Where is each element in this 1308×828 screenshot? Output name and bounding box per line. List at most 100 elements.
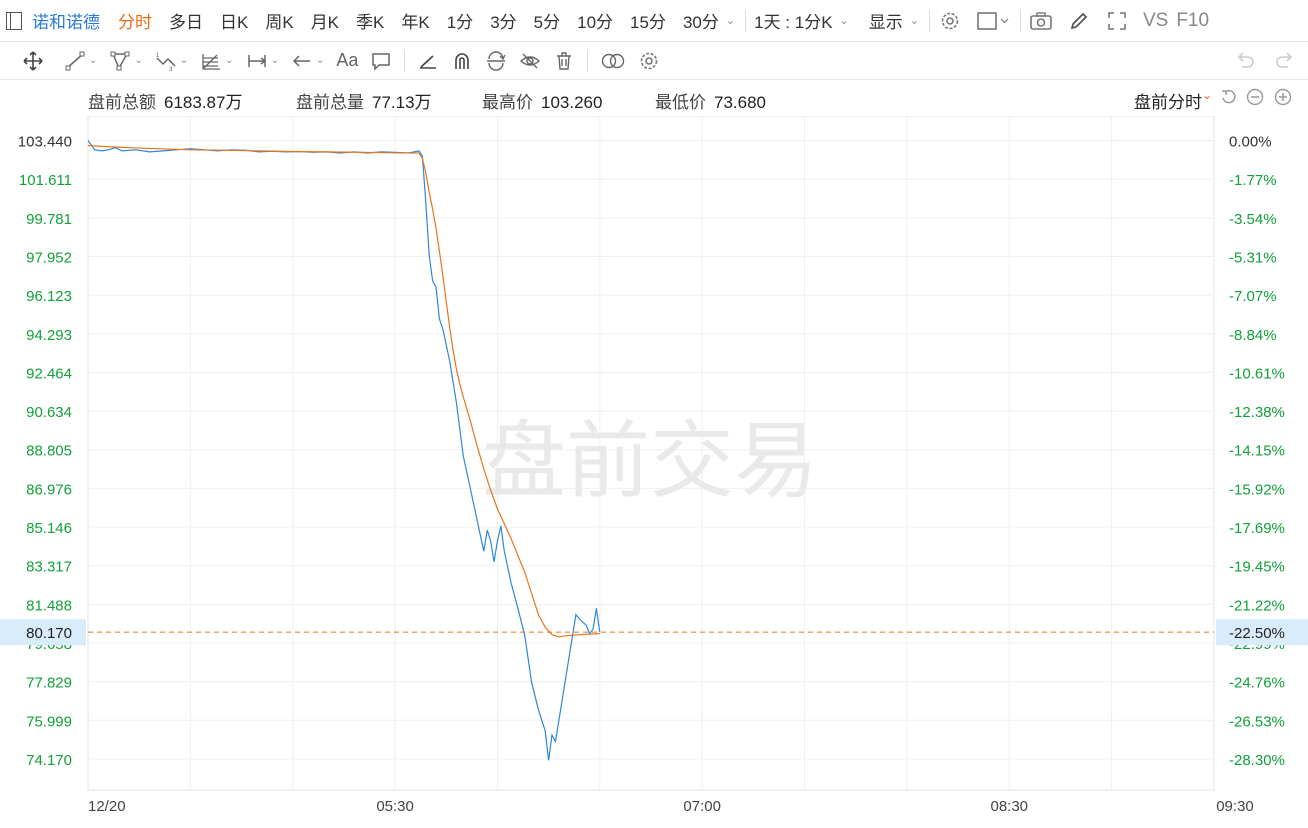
f10-button[interactable]: F10	[1176, 10, 1209, 32]
intraday-chart[interactable]: 盘前交易 103.440 101.611 99.781 97.952 96.123 94.…	[0, 116, 1308, 828]
top-toolbar: 诺和诺德 分时 多日 日K 周K 月K 季K 年K 1分 3分 5分 10分 1…	[0, 0, 1308, 42]
premarket-volume: 盘前总量 77.13万	[296, 88, 432, 113]
layout-square-icon[interactable]	[976, 9, 1010, 33]
percent-tick-label: -21.22%	[1229, 597, 1285, 614]
percent-tick-label: -17.69%	[1229, 520, 1285, 537]
percent-tick-label: -7.07%	[1229, 288, 1277, 305]
percent-tick-label: -5.31%	[1229, 249, 1277, 266]
wave-tool[interactable]: 13 ⌄	[155, 49, 188, 73]
tab-timeframe-11[interactable]: 15分	[630, 8, 666, 33]
arrow-tool[interactable]: ⌄	[291, 49, 324, 73]
current-percent-text: -22.50%	[1229, 625, 1285, 642]
camera-icon[interactable]	[1029, 9, 1053, 33]
price-tick-label: 94.293	[26, 327, 72, 344]
time-tick-label: 09:30	[1216, 798, 1254, 815]
percent-tick-label: -12.38%	[1229, 404, 1285, 421]
chevron-down-icon[interactable]: ⌄	[225, 55, 233, 66]
tab-timeframe-9[interactable]: 5分	[534, 8, 560, 33]
magnet-icon[interactable]	[451, 49, 473, 73]
vs-compare-button[interactable]: VS	[1143, 10, 1168, 32]
display-menu[interactable]: 显示	[869, 8, 903, 33]
percent-tick-label: -26.53%	[1229, 713, 1285, 730]
measure-tool[interactable]: ⌄	[246, 49, 279, 73]
high-value: 103.260	[541, 93, 603, 112]
comment-bubble-icon[interactable]	[370, 49, 392, 73]
fullscreen-icon[interactable]	[1105, 9, 1129, 33]
settings-gear-icon[interactable]	[938, 9, 962, 33]
low-label: 最低价	[655, 93, 706, 112]
percent-tick-label: -1.77%	[1229, 172, 1277, 189]
price-tick-label: 85.146	[26, 520, 72, 537]
time-axis: 12/20 05:30 07:00 08:30 09:30	[88, 798, 1254, 815]
ruler-angle-icon[interactable]	[417, 49, 439, 73]
redo-icon[interactable]	[1274, 50, 1296, 77]
price-tick-label: 75.999	[26, 713, 72, 730]
tab-timeframe-4[interactable]: 月K	[311, 8, 339, 33]
overlay-circles-icon[interactable]	[600, 49, 626, 73]
pencil-icon[interactable]	[1067, 9, 1091, 33]
percent-axis: 0.00% -1.77% -3.54% -5.31% -7.07% -8.84% -10.6…	[1229, 134, 1285, 769]
percent-tick-label: -8.84%	[1229, 327, 1277, 344]
polygon-icon	[110, 51, 130, 70]
trend-line-tool[interactable]: ⌄	[64, 49, 97, 73]
chevron-down-icon[interactable]: ⌄	[89, 55, 97, 66]
price-tick-label: 88.805	[26, 443, 72, 460]
polygon-tool[interactable]: ⌄	[109, 49, 143, 73]
tab-timeframe-12[interactable]: 30分	[683, 8, 719, 33]
sidebar-toggle-icon[interactable]	[6, 11, 22, 30]
amount-label: 盘前总额	[88, 93, 156, 112]
tab-timeframe-6[interactable]: 年K	[401, 8, 429, 33]
divider	[587, 49, 589, 72]
time-tick-label: 05:30	[376, 798, 414, 815]
trend-line-icon	[65, 51, 85, 70]
percent-tick-label: -28.30%	[1229, 752, 1285, 769]
tab-timeframe-10[interactable]: 10分	[577, 8, 613, 33]
draw-settings-gear-icon[interactable]	[638, 49, 660, 73]
wave-icon: 13	[156, 53, 176, 72]
tab-timeframe-3[interactable]: 周K	[265, 8, 293, 33]
tab-timeframe-8[interactable]: 3分	[490, 8, 516, 33]
zoom-in-icon[interactable]	[1274, 88, 1292, 106]
zoom-out-icon[interactable]	[1246, 88, 1264, 106]
divider	[745, 9, 747, 32]
text-tool-icon[interactable]: Aa	[336, 49, 358, 73]
chevron-down-icon[interactable]: ⌄	[271, 55, 279, 66]
chevron-down-icon[interactable]: ⌄	[726, 14, 735, 27]
chart-mode-select[interactable]: 盘前分时	[1134, 88, 1202, 113]
reset-icon[interactable]	[1220, 88, 1238, 106]
period-select[interactable]: 1天 : 1分K	[754, 8, 832, 33]
divider	[1019, 9, 1021, 32]
price-tick-label: 90.634	[26, 404, 72, 421]
move-cross-icon[interactable]	[22, 49, 44, 73]
chevron-down-icon[interactable]: ⌄	[840, 14, 849, 27]
tab-timeframe-7[interactable]: 1分	[447, 8, 473, 33]
trash-icon[interactable]	[553, 49, 575, 73]
time-tick-label: 07:00	[683, 798, 721, 815]
price-tick-label: 81.488	[26, 597, 72, 614]
high-price: 最高价 103.260	[482, 88, 602, 113]
svg-text:1: 1	[156, 53, 160, 59]
percent-tick-label: 0.00%	[1229, 134, 1272, 151]
undo-icon[interactable]	[1234, 50, 1256, 77]
fib-tool[interactable]: ⌄	[200, 49, 234, 73]
price-axis: 103.440 101.611 99.781 97.952 96.123 94.293 92…	[18, 134, 72, 769]
tab-timeframe-2[interactable]: 日K	[220, 8, 248, 33]
sync-lock-icon[interactable]	[485, 49, 507, 73]
tab-timeframe-1[interactable]: 多日	[169, 8, 203, 33]
chevron-down-icon[interactable]: ⌄	[134, 55, 142, 66]
stock-name[interactable]: 诺和诺德	[32, 8, 100, 33]
high-label: 最高价	[482, 93, 533, 112]
tab-timeframe-5[interactable]: 季K	[356, 8, 384, 33]
hide-eye-icon[interactable]	[519, 49, 541, 73]
percent-tick-label: -15.92%	[1229, 481, 1285, 498]
tab-timeframe-0[interactable]: 分时	[118, 8, 152, 33]
chevron-down-icon[interactable]: ⌄	[180, 55, 188, 66]
price-tick-label: 83.317	[26, 559, 72, 576]
percent-tick-label: -10.61%	[1229, 365, 1285, 382]
price-tick-label: 96.123	[26, 288, 72, 305]
arrow-left-icon	[292, 54, 310, 67]
chevron-down-icon[interactable]: ⌄	[316, 55, 324, 66]
chevron-down-icon[interactable]: ⌄	[910, 14, 919, 27]
chevron-down-icon[interactable]: ⌄	[1202, 88, 1212, 102]
avg-line	[87, 145, 600, 638]
